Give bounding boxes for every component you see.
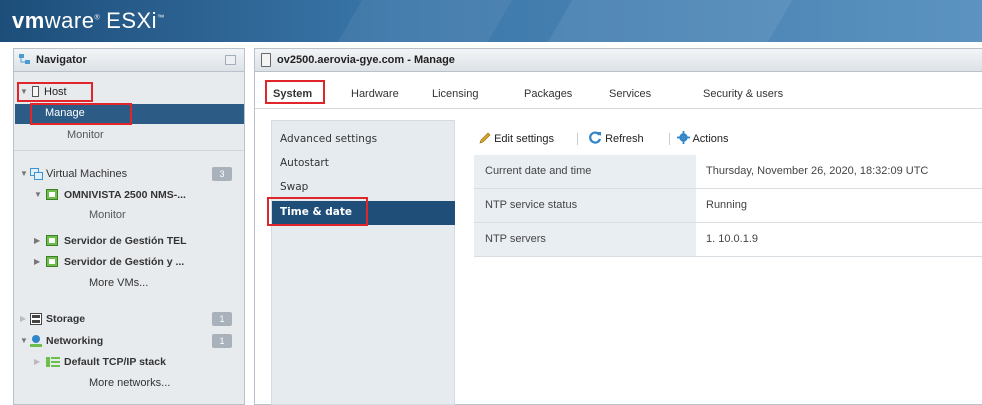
settings-menu: Advanced settings Autostart Swap Time & … xyxy=(271,120,455,405)
table-row: Current date and time Thursday, November… xyxy=(474,155,982,189)
monitor-label: Monitor xyxy=(67,129,104,141)
row-key: NTP service status xyxy=(474,189,696,222)
expand-arrow-icon[interactable]: ▶ xyxy=(20,309,26,329)
tree-item-networking[interactable]: ▼ Networking 1 xyxy=(18,331,242,351)
refresh-label: Refresh xyxy=(605,133,644,145)
logo-product: ESXi xyxy=(106,8,158,33)
virtual-machines-label: Virtual Machines xyxy=(46,168,128,180)
storage-label: Storage xyxy=(46,313,86,325)
edit-settings-button[interactable]: Edit settings xyxy=(479,129,554,149)
menu-advanced-settings[interactable]: Advanced settings xyxy=(280,133,377,145)
highlight-box-system xyxy=(265,80,325,104)
gear-icon xyxy=(677,131,690,144)
tree-item-more-networks[interactable]: More networks... xyxy=(89,373,170,393)
vm-label: Servidor de Gestión y ... xyxy=(64,256,185,268)
top-bar: vmware® ESXi™ xyxy=(0,0,982,42)
decorative-stripe xyxy=(337,0,513,42)
networking-label: Networking xyxy=(46,335,104,347)
tree-item-monitor[interactable]: Monitor xyxy=(67,125,104,145)
host-icon xyxy=(261,53,271,67)
vmware-esxi-logo: vmware® ESXi™ xyxy=(12,8,165,33)
networking-icon xyxy=(30,335,42,347)
main-panel: ov2500.aerovia-gye.com - Manage System H… xyxy=(254,48,982,405)
menu-autostart[interactable]: Autostart xyxy=(280,157,329,169)
networking-count-badge: 1 xyxy=(212,334,232,348)
tree-item-storage[interactable]: ▶ Storage 1 xyxy=(18,309,242,329)
expand-arrow-icon[interactable]: ▼ xyxy=(34,185,42,205)
logo-vm: vm xyxy=(12,8,45,33)
storage-count-badge: 1 xyxy=(212,312,232,326)
row-value: Running xyxy=(706,199,747,211)
tab-services[interactable]: Services xyxy=(609,84,651,104)
navigator-title: Navigator xyxy=(36,54,87,66)
more-networks-label: More networks... xyxy=(89,377,171,389)
logo-ware: ware xyxy=(44,8,95,33)
vm-icon xyxy=(46,235,58,246)
expand-arrow-icon[interactable]: ▶ xyxy=(34,231,40,251)
actions-label: Actions xyxy=(692,133,729,145)
vm-monitor-label: Monitor xyxy=(89,209,126,221)
vm-icon xyxy=(46,256,58,267)
virtual-machines-icon xyxy=(30,168,43,180)
tab-security-users[interactable]: Security & users xyxy=(703,84,783,104)
expand-arrow-icon[interactable]: ▼ xyxy=(20,164,28,184)
tab-licensing[interactable]: Licensing xyxy=(432,84,478,104)
tab-hardware[interactable]: Hardware xyxy=(351,84,399,104)
vm-label: OMNIVISTA 2500 NMS-... xyxy=(64,189,186,201)
pencil-icon xyxy=(479,132,491,144)
highlight-box-time-date xyxy=(267,197,368,226)
row-value: 1. 10.0.1.9 xyxy=(706,233,758,245)
refresh-icon xyxy=(589,131,602,144)
decorative-stripe xyxy=(547,0,793,42)
tcpip-stack-icon xyxy=(46,357,60,367)
navigator-header: Navigator xyxy=(14,49,244,72)
vm-icon xyxy=(46,189,58,200)
vm-label: Servidor de Gestión TEL xyxy=(64,235,187,247)
expand-arrow-icon[interactable]: ▼ xyxy=(20,331,28,351)
row-value: Thursday, November 26, 2020, 18:32:09 UT… xyxy=(706,165,929,177)
navigator-panel: Navigator ▼ Host Manage Monitor ▼ Virtua… xyxy=(13,48,245,405)
refresh-button[interactable]: Refresh xyxy=(589,129,644,149)
tree-item-more-vms[interactable]: More VMs... xyxy=(89,273,148,293)
tab-bar: System Hardware Licensing Packages Servi… xyxy=(255,74,982,109)
row-key: NTP servers xyxy=(474,223,696,256)
tab-packages[interactable]: Packages xyxy=(524,84,572,104)
expand-arrow-icon[interactable]: ▶ xyxy=(34,252,40,272)
storage-icon xyxy=(30,313,42,325)
collapse-navigator-icon[interactable] xyxy=(225,55,236,65)
expand-arrow-icon[interactable]: ▶ xyxy=(34,352,40,372)
tree-item-vm-monitor[interactable]: Monitor xyxy=(89,205,126,225)
toolbar-separator xyxy=(577,133,578,145)
table-row: NTP service status Running xyxy=(474,189,982,223)
edit-settings-label: Edit settings xyxy=(494,133,554,145)
navigator-icon xyxy=(19,54,30,64)
tcpip-stack-label: Default TCP/IP stack xyxy=(64,356,166,368)
highlight-box-host xyxy=(17,82,93,102)
actions-button[interactable]: Actions xyxy=(677,129,729,149)
table-row: NTP servers 1. 10.0.1.9 xyxy=(474,223,982,257)
row-key: Current date and time xyxy=(474,155,696,188)
menu-swap[interactable]: Swap xyxy=(280,181,308,193)
highlight-box-manage xyxy=(30,103,132,125)
vm-count-badge: 3 xyxy=(212,167,232,181)
more-vms-label: More VMs... xyxy=(89,277,149,289)
tree-item-virtual-machines[interactable]: ▼ Virtual Machines 3 xyxy=(18,164,242,184)
main-header: ov2500.aerovia-gye.com - Manage xyxy=(255,49,982,72)
toolbar-separator xyxy=(669,133,670,145)
page-title: ov2500.aerovia-gye.com - Manage xyxy=(277,54,455,66)
divider xyxy=(14,150,244,151)
